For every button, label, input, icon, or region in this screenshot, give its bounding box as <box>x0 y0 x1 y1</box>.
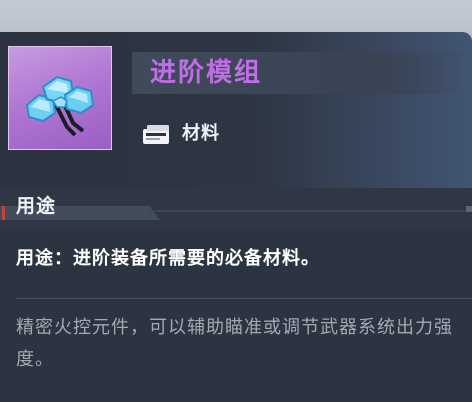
item-type-label: 材料 <box>182 123 220 144</box>
section-title: 用途 <box>16 195 57 217</box>
section-divider-line <box>150 210 472 212</box>
item-tooltip: 进阶模组 材料 用途 用途：进阶装备所需要的必备材料。 精密火控元件，可以辅助瞄… <box>0 0 472 402</box>
module-crystal-icon <box>25 75 95 137</box>
section-edge-marker <box>466 206 472 212</box>
material-icon <box>143 125 169 144</box>
item-description: 精密火控元件，可以辅助瞄准或调节武器系统出力强度。 <box>16 317 453 370</box>
item-name: 进阶模组 <box>150 58 263 88</box>
content-divider <box>16 298 472 299</box>
usage-text: 用途：进阶装备所需要的必备材料。 <box>16 248 320 269</box>
item-icon-frame <box>8 46 112 150</box>
section-accent-bar <box>2 206 5 220</box>
